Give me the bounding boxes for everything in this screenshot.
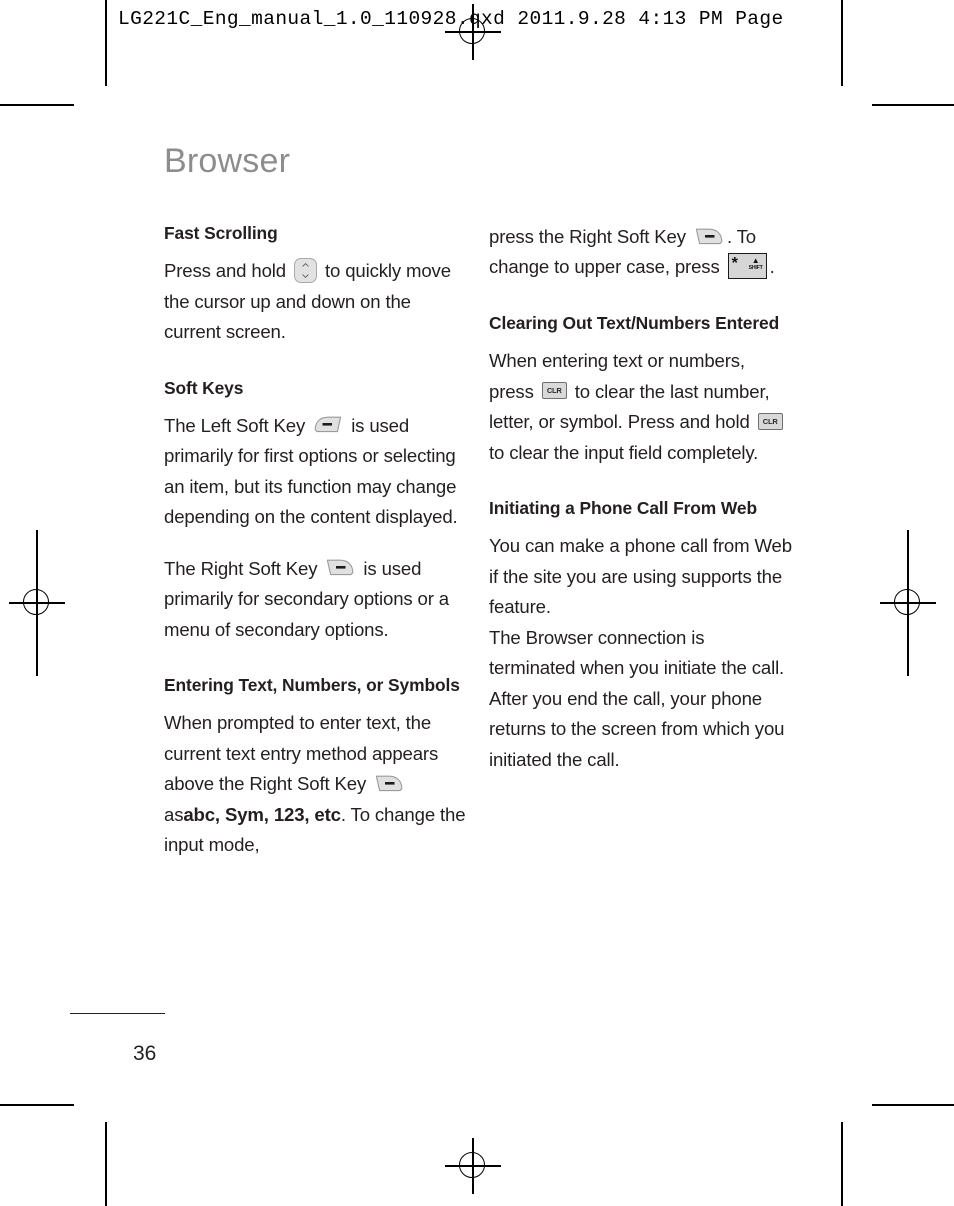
paragraph-right-soft-key: The Right Soft Key is used primarily for…: [164, 554, 468, 645]
crop-mark-top-right-horizontal: [872, 104, 954, 106]
heading-initiating-phone-call: Initiating a Phone Call From Web: [489, 498, 757, 519]
paragraph-fast-scrolling: Press and hold to quickly move the curso…: [164, 256, 468, 347]
paragraph-phone-call-2: The Browser connection is terminated whe…: [489, 626, 785, 770]
crop-mark-top-left-horizontal: [0, 104, 74, 106]
chevron-up-icon: [302, 262, 309, 267]
left-soft-key-icon: [313, 415, 343, 434]
text-run: Press and hold: [164, 260, 286, 282]
text-run: .: [769, 256, 775, 278]
text-run: as: [164, 803, 184, 825]
clr-key-icon: CLR: [757, 412, 783, 430]
paragraph-phone-call-1: You can make a phone call from Web if th…: [489, 535, 792, 618]
footer-divider: [70, 1013, 165, 1015]
right-soft-key-icon: [694, 227, 724, 246]
text-run: The Right Soft Key: [164, 557, 318, 579]
heading-entering-text: Entering Text, Numbers, or Symbols: [164, 675, 460, 696]
star-shift-key-icon: * ▲ SHIFT: [727, 252, 767, 279]
nav-key-icon: [293, 257, 317, 283]
right-soft-key-icon: [325, 558, 355, 577]
paragraph-entering-text: When prompted to enter text, the current…: [164, 708, 468, 860]
crop-mark-top-right-vertical: [841, 0, 843, 86]
paragraph-left-soft-key: The Left Soft Key is used primarily for …: [164, 411, 468, 533]
crop-mark-bottom-right-horizontal: [872, 1104, 954, 1106]
text-run: to clear the input field completely.: [489, 441, 759, 463]
text-run: The Left Soft Key: [164, 414, 306, 436]
shift-arrow-glyph: ▲: [751, 255, 760, 265]
page-number: 36: [133, 1042, 157, 1065]
registration-guide-right-vertical: [907, 530, 909, 676]
shift-tag: ▲ SHIFT: [748, 255, 763, 271]
right-soft-key-icon: [374, 774, 404, 793]
text-run-bold: abc, Sym, 123, etc: [183, 803, 341, 825]
paragraph-clearing-out-text: When entering text or numbers, press CLR…: [489, 346, 793, 468]
registration-guide-left-vertical: [36, 530, 38, 676]
page-title: Browser: [164, 142, 291, 180]
left-column: Fast Scrolling Press and hold to quickly…: [164, 222, 468, 861]
crop-mark-bottom-right-vertical: [841, 1122, 843, 1206]
clr-key-icon: CLR: [541, 382, 567, 400]
registration-mark-circle: [459, 1152, 485, 1178]
shift-label: SHIFT: [748, 264, 763, 271]
registration-mark-bottom: [445, 1138, 501, 1194]
text-run: press the Right Soft Key: [489, 226, 686, 247]
crop-mark-bottom-left-vertical: [105, 1122, 107, 1206]
asterisk-glyph: *: [731, 254, 738, 272]
heading-fast-scrolling: Fast Scrolling: [164, 223, 278, 243]
crop-mark-top-left-vertical: [105, 0, 107, 86]
crop-mark-bottom-left-horizontal: [0, 1104, 74, 1106]
heading-clearing-out-text: Clearing Out Text/Numbers Entered: [489, 312, 780, 333]
right-column: press the Right Soft Key . To change to …: [489, 222, 793, 775]
chevron-down-icon: [302, 274, 309, 278]
heading-soft-keys: Soft Keys: [164, 377, 244, 398]
paragraph-continued-from-left: press the Right Soft Key . To change to …: [489, 222, 793, 283]
qxd-file-header: LG221C_Eng_manual_1.0_110928.qxd 2011.9.…: [118, 8, 784, 30]
